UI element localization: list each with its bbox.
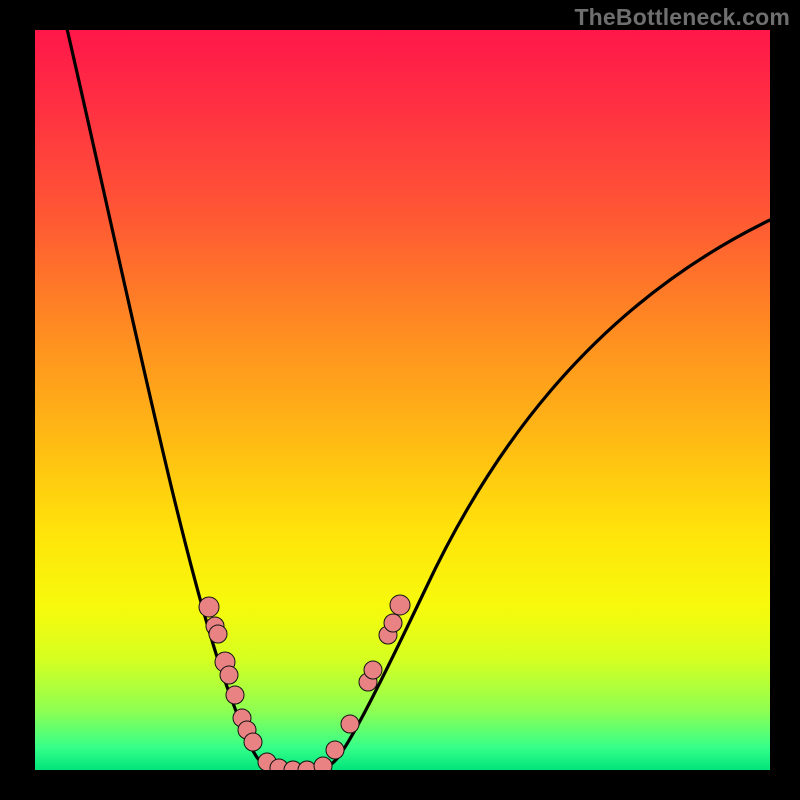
data-dot (220, 666, 238, 684)
watermark-text: TheBottleneck.com (574, 4, 790, 31)
data-dot (244, 733, 262, 751)
data-dot (390, 595, 410, 615)
data-dot (199, 597, 219, 617)
dots-floor-group (258, 753, 332, 770)
data-dot (364, 661, 382, 679)
chart-svg (35, 30, 770, 770)
data-dot (341, 715, 359, 733)
data-dot (226, 686, 244, 704)
plot-area (35, 30, 770, 770)
bottleneck-curve (65, 30, 770, 770)
chart-canvas: TheBottleneck.com (0, 0, 800, 800)
data-dot (314, 757, 332, 770)
data-dot (384, 614, 402, 632)
data-dot (298, 761, 316, 770)
dots-right-group (326, 595, 410, 759)
data-dot (326, 741, 344, 759)
dots-left-group (199, 597, 262, 751)
data-dot (209, 625, 227, 643)
